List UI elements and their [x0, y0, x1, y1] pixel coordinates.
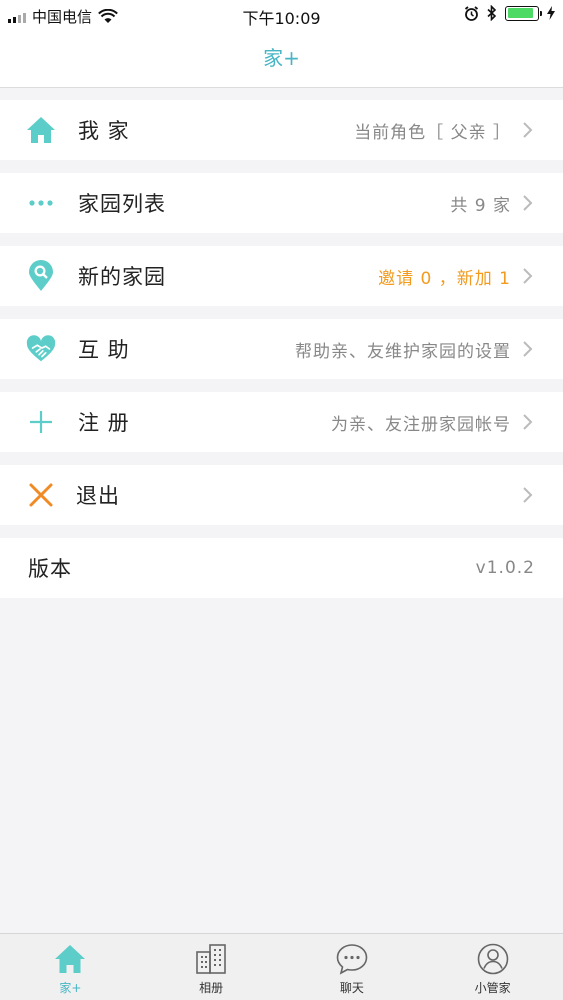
- location-search-icon: [26, 260, 56, 291]
- close-x-icon: [26, 480, 56, 510]
- more-dots-icon: [26, 188, 56, 218]
- menu-item-label: 新的家园: [78, 265, 166, 289]
- page-title: 家+: [263, 46, 300, 70]
- menu-list: 我 家 当前角色［ 父亲 ］ 家园列表 共 9 家 新的家园 邀请 0 ，新加 …: [0, 100, 563, 611]
- chevron-right-icon: [523, 414, 533, 430]
- alarm-icon: [464, 5, 479, 21]
- menu-item-new-home[interactable]: 新的家园 邀请 0 ，新加 1: [0, 246, 563, 306]
- user-circle-icon: [477, 943, 508, 975]
- menu-item-logout[interactable]: 退出: [0, 465, 563, 525]
- tab-bar: 家+ 相册 聊天 小管家: [0, 933, 563, 1000]
- status-bar: 中国电信 下午10:09: [0, 0, 563, 30]
- menu-item-value: 当前角色［ 父亲 ］: [354, 122, 511, 143]
- menu-item-label: 注 册: [78, 411, 130, 435]
- tab-home[interactable]: 家+: [0, 934, 141, 1000]
- menu-item-value: 为亲、友注册家园帐号: [331, 414, 511, 435]
- version-row: 版本 v1.0.2: [0, 538, 563, 598]
- tab-label: 聊天: [339, 981, 364, 995]
- battery-icon: [505, 5, 542, 21]
- tab-label: 小管家: [474, 981, 511, 995]
- tab-butler[interactable]: 小管家: [422, 934, 563, 1000]
- status-right: [464, 5, 555, 21]
- chevron-right-icon: [523, 341, 533, 357]
- tab-album[interactable]: 相册: [141, 934, 282, 1000]
- chat-bubble-icon: [336, 944, 368, 975]
- menu-item-home-list[interactable]: 家园列表 共 9 家: [0, 173, 563, 233]
- menu-item-label: 退出: [76, 484, 120, 508]
- handshake-heart-icon: [26, 334, 56, 364]
- menu-item-mutual-help[interactable]: 互 助 帮助亲、友维护家园的设置: [0, 319, 563, 379]
- tab-chat[interactable]: 聊天: [282, 934, 423, 1000]
- menu-item-value: 帮助亲、友维护家园的设置: [295, 341, 511, 362]
- menu-item-label: 互 助: [78, 338, 130, 362]
- plus-icon: [26, 407, 56, 437]
- menu-item-my-home[interactable]: 我 家 当前角色［ 父亲 ］: [0, 100, 563, 160]
- chevron-right-icon: [523, 268, 533, 284]
- bluetooth-icon: [487, 5, 497, 21]
- chevron-right-icon: [523, 195, 533, 211]
- home-icon: [55, 945, 86, 973]
- battery-fill: [507, 8, 534, 18]
- menu-item-label: 我 家: [78, 119, 130, 143]
- charging-icon: [547, 6, 555, 20]
- menu-item-value: 共 9 家: [450, 195, 511, 216]
- buildings-icon: [196, 944, 226, 974]
- chevron-right-icon: [523, 122, 533, 138]
- tab-label: 家+: [59, 981, 82, 995]
- menu-item-label: 家园列表: [78, 192, 166, 216]
- version-value: v1.0.2: [475, 558, 535, 578]
- nav-bar: 家+: [0, 30, 563, 88]
- chevron-right-icon: [523, 487, 533, 503]
- tab-label: 相册: [199, 981, 224, 995]
- home-icon: [26, 115, 56, 145]
- invite-count-value: 邀请 0 ，新加 1: [378, 268, 511, 289]
- version-label: 版本: [28, 557, 72, 581]
- menu-item-register[interactable]: 注 册 为亲、友注册家园帐号: [0, 392, 563, 452]
